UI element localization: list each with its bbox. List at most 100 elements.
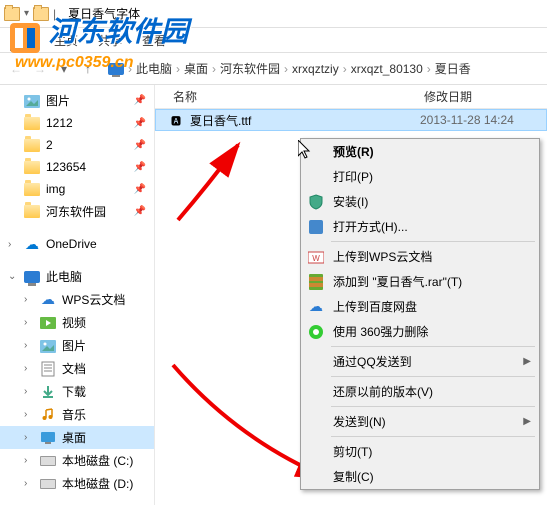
- sidebar-item-label: 下载: [62, 383, 86, 400]
- expand-icon[interactable]: ›: [24, 294, 34, 305]
- onedrive-icon: ☁: [24, 236, 40, 252]
- expand-icon[interactable]: ›: [24, 340, 34, 351]
- menu-item-label: 预览(R): [333, 143, 374, 160]
- sidebar-item-label: 桌面: [62, 429, 86, 446]
- nav-bar: ← → ▾ ↑ › 此电脑 › 桌面 › 河东软件园 › xrxqztziy ›…: [0, 53, 547, 85]
- menu-item-label: 上传到百度网盘: [333, 298, 417, 315]
- sidebar-item[interactable]: 2📌: [0, 134, 154, 156]
- menu-item[interactable]: 使用 360强力删除: [301, 319, 539, 344]
- tab-file[interactable]: 文件: [10, 29, 34, 51]
- folder-icon: [4, 7, 20, 21]
- sidebar: 图片📌1212📌2📌123654📌img📌河东软件园📌›☁OneDrive⌄此电…: [0, 85, 155, 505]
- menu-item[interactable]: 添加到 "夏日香气.rar"(T): [301, 269, 539, 294]
- menu-item[interactable]: 复制(C): [301, 464, 539, 489]
- sidebar-item[interactable]: › 视频: [0, 311, 154, 334]
- sidebar-item-label: 此电脑: [46, 268, 82, 285]
- column-name[interactable]: 名称: [155, 88, 420, 105]
- expand-icon[interactable]: ›: [8, 239, 18, 250]
- pc-icon: [24, 269, 40, 285]
- expand-icon[interactable]: ⌄: [8, 271, 18, 282]
- sidebar-item[interactable]: ›音乐: [0, 403, 154, 426]
- window-title: 夏日香气字体: [68, 5, 140, 22]
- expand-icon[interactable]: ›: [24, 455, 34, 466]
- sidebar-item[interactable]: img📌: [0, 178, 154, 200]
- menu-item[interactable]: W 上传到WPS云文档: [301, 244, 539, 269]
- sidebar-item[interactable]: ›☁WPS云文档: [0, 288, 154, 311]
- menu-item[interactable]: 通过QQ发送到▶: [301, 349, 539, 374]
- pin-icon: 📌: [134, 206, 146, 217]
- list-row[interactable]: 🅰 夏日香气.ttf 2013-11-28 14:24: [155, 109, 547, 131]
- menu-item-label: 复制(C): [333, 468, 374, 485]
- menu-item[interactable]: 预览(R): [301, 139, 539, 164]
- breadcrumb[interactable]: › 此电脑 › 桌面 › 河东软件园 › xrxqztziy › xrxqzt_…: [108, 60, 543, 77]
- sidebar-item-label: 河东软件园: [46, 203, 106, 220]
- menu-item-label: 通过QQ发送到: [333, 353, 412, 370]
- sidebar-item[interactable]: › 本地磁盘 (C:): [0, 449, 154, 472]
- nav-back[interactable]: ←: [4, 57, 28, 81]
- sidebar-item[interactable]: 图片📌: [0, 89, 154, 112]
- column-date[interactable]: 修改日期: [420, 88, 547, 105]
- annotation-arrow: [168, 135, 278, 225]
- nav-dropdown[interactable]: ▾: [52, 57, 76, 81]
- tab-home[interactable]: 主页: [54, 32, 78, 49]
- divider: |: [53, 7, 56, 21]
- sidebar-item[interactable]: › 桌面: [0, 426, 154, 449]
- wps-icon: W: [307, 248, 325, 266]
- cloud-icon: ☁: [40, 292, 56, 308]
- dropdown-icon[interactable]: ▾: [24, 8, 29, 19]
- expand-icon[interactable]: ›: [24, 363, 34, 374]
- sidebar-item-label: img: [46, 182, 65, 196]
- pc-icon: [108, 63, 124, 75]
- sidebar-item-label: 视频: [62, 314, 86, 331]
- pin-icon: 📌: [134, 162, 146, 173]
- font-file-icon: 🅰: [168, 112, 184, 128]
- nav-forward[interactable]: →: [28, 57, 52, 81]
- sidebar-item-label: 本地磁盘 (C:): [62, 452, 133, 469]
- menu-item[interactable]: 打开方式(H)...: [301, 214, 539, 239]
- expand-icon[interactable]: ›: [24, 478, 34, 489]
- tab-view[interactable]: 查看: [142, 32, 166, 49]
- sidebar-item-label: 图片: [46, 92, 70, 109]
- sidebar-item[interactable]: ›本地磁盘 (D:): [0, 472, 154, 495]
- sidebar-item[interactable]: › 文档: [0, 357, 154, 380]
- video-icon: [40, 315, 56, 331]
- pin-icon: 📌: [134, 118, 146, 129]
- sidebar-item[interactable]: ›☁OneDrive: [0, 233, 154, 255]
- menu-item-label: 剪切(T): [333, 443, 372, 460]
- menu-item[interactable]: ☁ 上传到百度网盘: [301, 294, 539, 319]
- submenu-arrow-icon: ▶: [523, 416, 531, 427]
- sidebar-item[interactable]: 河东软件园 📌: [0, 200, 154, 223]
- folder-icon: [24, 115, 40, 131]
- menu-item[interactable]: 打印(P): [301, 164, 539, 189]
- shield-icon: [307, 193, 325, 211]
- sidebar-item[interactable]: 1212 📌: [0, 112, 154, 134]
- menu-item-label: 打开方式(H)...: [333, 218, 408, 235]
- sidebar-item-label: 文档: [62, 360, 86, 377]
- tab-share[interactable]: 共享: [98, 32, 122, 49]
- folder-icon: [24, 137, 40, 153]
- sidebar-item[interactable]: › 下载: [0, 380, 154, 403]
- baidu-icon: ☁: [307, 298, 325, 316]
- ribbon-tabs: 文件 主页 共享 查看: [0, 28, 547, 53]
- menu-item[interactable]: 安装(I): [301, 189, 539, 214]
- menu-item-label: 打印(P): [333, 168, 373, 185]
- expand-icon[interactable]: ›: [24, 317, 34, 328]
- expand-icon[interactable]: ›: [24, 409, 34, 420]
- sidebar-item[interactable]: › 图片: [0, 334, 154, 357]
- expand-icon[interactable]: ›: [24, 432, 34, 443]
- sidebar-item-label: 图片: [62, 337, 86, 354]
- menu-item-label: 上传到WPS云文档: [333, 248, 432, 265]
- menu-item[interactable]: 发送到(N)▶: [301, 409, 539, 434]
- 360-icon: [307, 323, 325, 341]
- sidebar-item[interactable]: 123654 📌: [0, 156, 154, 178]
- sidebar-item-label: 1212: [46, 116, 73, 130]
- music-icon: [40, 407, 56, 423]
- folder-icon: [24, 181, 40, 197]
- menu-item[interactable]: 还原以前的版本(V): [301, 379, 539, 404]
- image-icon: [24, 93, 40, 109]
- sidebar-item-label: 123654: [46, 160, 86, 174]
- sidebar-item[interactable]: ⌄ 此电脑: [0, 265, 154, 288]
- expand-icon[interactable]: ›: [24, 386, 34, 397]
- nav-up[interactable]: ↑: [76, 57, 100, 81]
- menu-item[interactable]: 剪切(T): [301, 439, 539, 464]
